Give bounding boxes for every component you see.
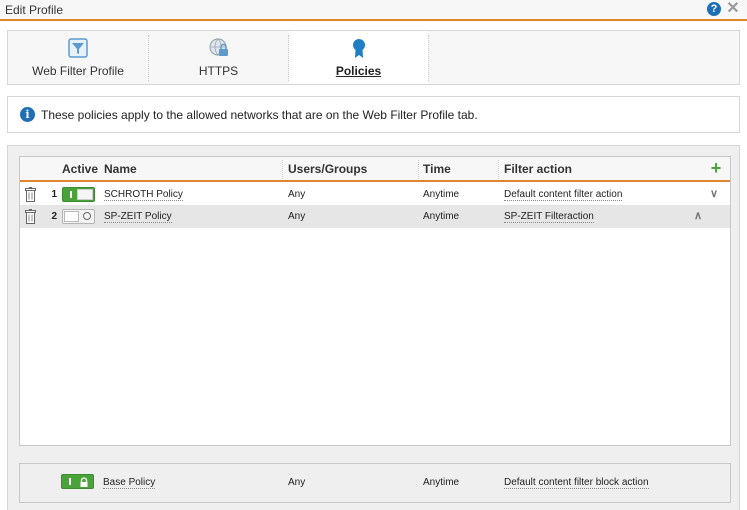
table-row[interactable]: 1 SCHROTH Policy Any Anytime Default con…: [20, 184, 730, 206]
window-title: Edit Profile: [5, 3, 64, 17]
lock-icon: [80, 477, 88, 487]
move-down-icon[interactable]: ∨: [707, 187, 721, 201]
globe-lock-icon: [208, 38, 228, 56]
filter-action[interactable]: SP-ZEIT Filteraction: [504, 211, 594, 223]
base-policy-name[interactable]: Base Policy: [103, 477, 156, 489]
row-number: 2: [51, 211, 57, 222]
active-toggle[interactable]: [62, 187, 95, 202]
header-users-groups[interactable]: Users/Groups: [288, 162, 367, 176]
header-divider: [498, 160, 499, 179]
policies-table: Active Name Users/Groups Time Filter act…: [19, 156, 731, 446]
row-number: 1: [51, 189, 57, 200]
tab-web-filter-profile[interactable]: Web Filter Profile: [8, 31, 148, 84]
base-users-groups: Any: [288, 477, 306, 488]
base-filter-action[interactable]: Default content filter block action: [504, 477, 649, 489]
move-up-icon[interactable]: ∧: [691, 209, 705, 223]
tab-divider: [428, 35, 429, 81]
add-policy-icon[interactable]: +: [708, 158, 724, 178]
filter-action[interactable]: Default content filter action: [504, 189, 623, 201]
header-divider: [282, 160, 283, 179]
policy-name[interactable]: SCHROTH Policy: [104, 189, 183, 201]
ribbon-icon: [352, 39, 365, 58]
info-text: These policies apply to the allowed netw…: [41, 108, 478, 122]
help-icon[interactable]: ?: [707, 2, 721, 16]
time: Anytime: [423, 211, 460, 222]
policy-name[interactable]: SP-ZEIT Policy: [104, 211, 172, 223]
table-row[interactable]: 2 SP-ZEIT Policy Any Anytime SP-ZEIT Fil…: [20, 206, 730, 228]
active-toggle[interactable]: [62, 209, 95, 224]
tab-label: HTTPS: [198, 64, 239, 78]
close-icon[interactable]: ✕: [725, 0, 741, 18]
tab-https[interactable]: HTTPS: [149, 31, 288, 84]
info-banner: i These policies apply to the allowed ne…: [7, 96, 740, 133]
filter-icon: [68, 38, 88, 58]
users-groups: Any: [288, 189, 306, 200]
tab-label: Web Filter Profile: [32, 64, 124, 78]
title-bar: Edit Profile ? ✕: [0, 0, 747, 21]
trash-icon[interactable]: [25, 209, 36, 224]
tab-policies[interactable]: Policies: [289, 31, 428, 84]
time: Anytime: [423, 189, 460, 200]
trash-icon[interactable]: [25, 187, 36, 202]
header-active[interactable]: Active: [62, 162, 98, 176]
header-divider: [418, 160, 419, 179]
header-filter-action[interactable]: Filter action: [504, 162, 572, 176]
info-icon: i: [20, 107, 35, 122]
header-time[interactable]: Time: [423, 162, 451, 176]
base-policy-row: Base Policy Any Anytime Default content …: [19, 463, 731, 503]
users-groups: Any: [288, 211, 306, 222]
base-time: Anytime: [423, 477, 460, 488]
header-name[interactable]: Name: [104, 162, 137, 176]
locked-toggle: [61, 474, 94, 489]
tab-label: Policies: [335, 64, 382, 78]
tab-bar: Web Filter Profile HTTPS Policies: [7, 30, 740, 85]
table-header: Active Name Users/Groups Time Filter act…: [20, 157, 730, 182]
